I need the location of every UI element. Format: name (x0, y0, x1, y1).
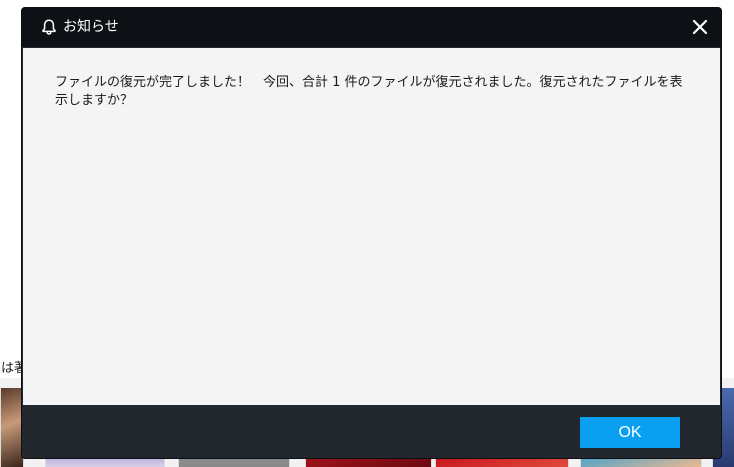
dialog-title: お知らせ (63, 19, 119, 35)
background-thumbnail (0, 388, 24, 467)
dialog-message: ファイルの復元が完了しました！ 今回、合計 1 件のファイルが復元されました。復… (55, 75, 683, 108)
notification-dialog: お知らせ ファイルの復元が完了しました！ 今回、合計 1 件のファイルが復元され… (22, 8, 721, 458)
close-icon[interactable] (689, 16, 711, 38)
dialog-footer: OK (22, 406, 721, 458)
dialog-titlebar: お知らせ (22, 8, 721, 47)
ok-button[interactable]: OK (580, 417, 680, 448)
dialog-content: ファイルの復元が完了しました！ 今回、合計 1 件のファイルが復元されました。復… (23, 48, 720, 405)
bell-icon (42, 19, 56, 35)
